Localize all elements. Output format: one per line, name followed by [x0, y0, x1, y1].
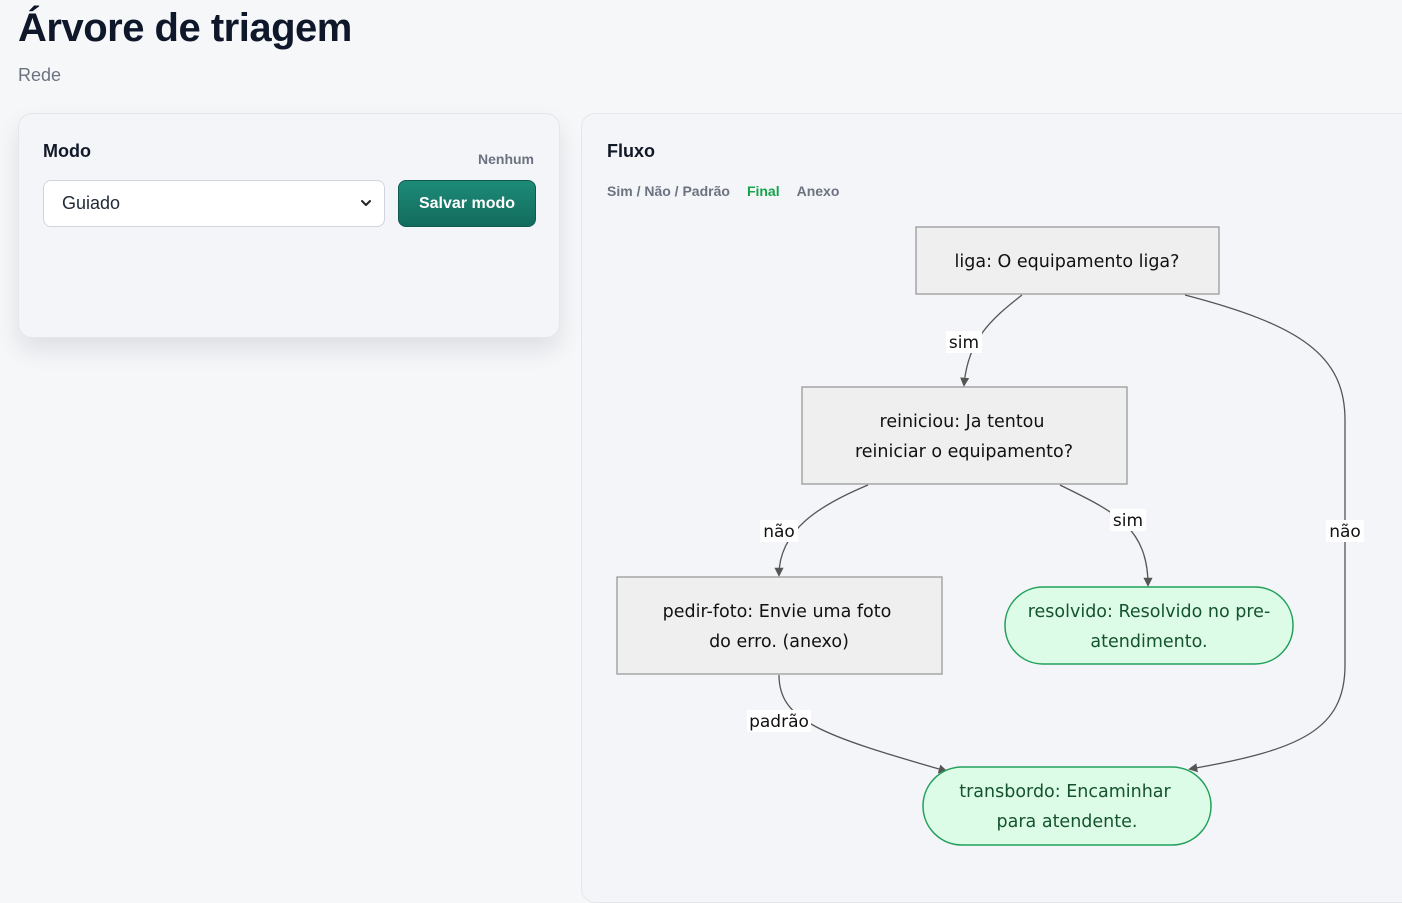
page-subtitle: Rede: [18, 65, 62, 85]
flow-card: Fluxo Sim / Não / Padrão Final Anexo: [581, 113, 1402, 903]
mode-card: Modo Nenhum Guiado Salvar modo: [18, 113, 560, 338]
mode-select[interactable]: Guiado: [43, 180, 385, 227]
legend-attachment: Anexo: [796, 183, 840, 199]
mode-status: Nenhum: [478, 151, 534, 167]
legend-final: Final: [746, 183, 780, 199]
page-title: Árvore de triagem: [18, 6, 352, 50]
chevron-down-icon: [361, 200, 371, 206]
legend-decision: Sim / Não / Padrão: [607, 183, 730, 199]
mode-title: Modo: [43, 141, 91, 161]
save-mode-button[interactable]: Salvar modo: [398, 180, 536, 227]
flow-title: Fluxo: [607, 141, 655, 161]
mode-select-value: Guiado: [62, 193, 121, 213]
flow-legend: Sim / Não / Padrão Final Anexo: [607, 183, 839, 199]
